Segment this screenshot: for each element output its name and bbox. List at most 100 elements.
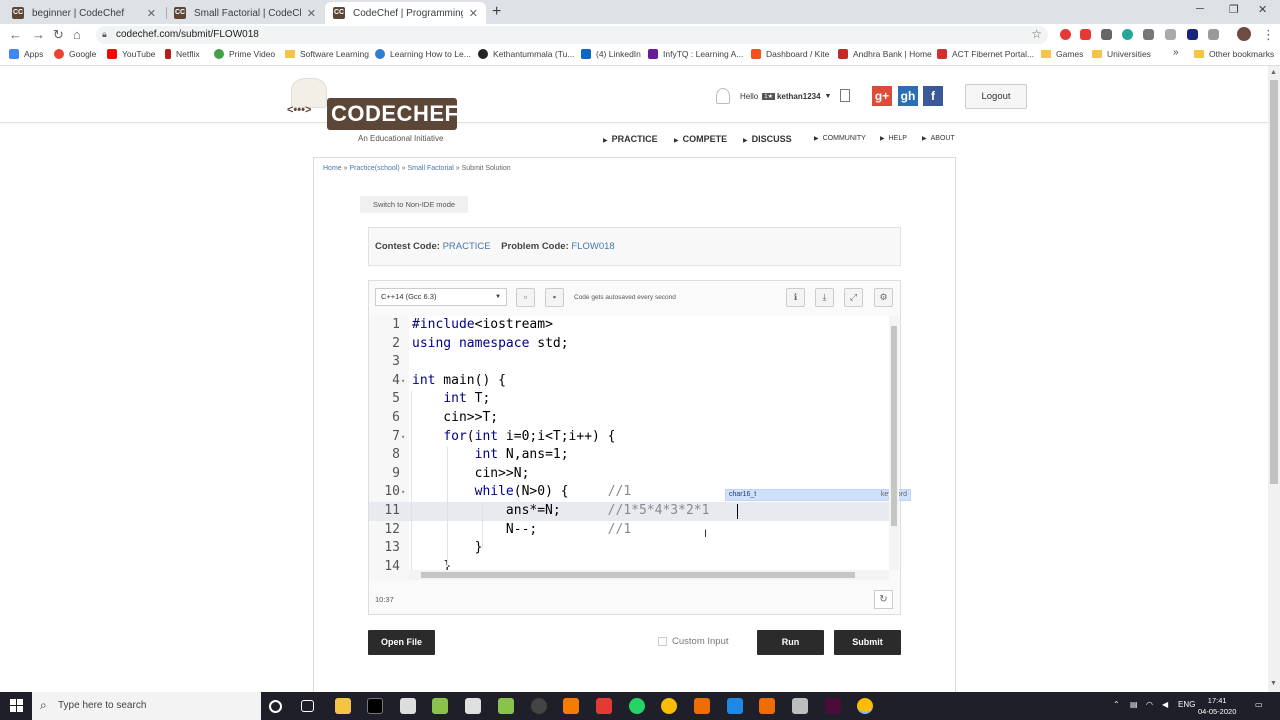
language-indicator[interactable]: ENG xyxy=(1178,700,1195,709)
home-icon[interactable]: ⌂ xyxy=(73,27,81,42)
scroll-down-arrow-icon[interactable]: ▼ xyxy=(1270,680,1277,687)
sublime-icon[interactable] xyxy=(563,698,579,714)
contest-code-value[interactable]: PRACTICE xyxy=(443,241,491,252)
back-arrow-icon[interactable]: ← xyxy=(9,27,22,42)
trash-icon[interactable]: ▪ xyxy=(545,288,564,307)
anydesk-icon[interactable] xyxy=(596,698,612,714)
task-view-icon[interactable] xyxy=(301,700,314,712)
pen-extension-icon[interactable] xyxy=(1143,29,1154,40)
bookmark-star-icon[interactable]: ☆ xyxy=(1031,27,1042,41)
facebook-icon[interactable]: f xyxy=(923,86,943,106)
vscode-icon[interactable] xyxy=(727,698,743,714)
code-line[interactable]: 6 cin>>T; xyxy=(369,409,890,428)
bookmark-infytq[interactable]: InfyTQ : Learning A... xyxy=(648,49,743,59)
codechef-logo[interactable]: <•••> CODECHEF An Educational Initiative xyxy=(287,78,462,146)
code-line[interactable]: 1 #include<iostream> xyxy=(369,316,890,335)
terminal-icon[interactable] xyxy=(367,698,383,714)
nav-compete[interactable]: ▶ COMPETE xyxy=(674,134,727,144)
language-select[interactable]: C++14 (Gcc 6.3) ▼ xyxy=(375,288,507,306)
github-icon[interactable]: gh xyxy=(898,86,918,106)
editor-vertical-scrollbar[interactable] xyxy=(889,316,899,570)
save-icon[interactable]: ▫ xyxy=(516,288,535,307)
gear-icon[interactable]: ⚙ xyxy=(874,288,893,307)
browser-tab-active[interactable]: CC CodeChef | Programming Compe ✕ xyxy=(325,2,486,24)
menu-kebab-icon[interactable]: ⋮ xyxy=(1262,27,1275,43)
browser-tab-small-factorial[interactable]: CC Small Factorial | CodeChef ✕ xyxy=(166,2,324,24)
code-line[interactable]: 5 int T; xyxy=(369,390,890,409)
bookmark-linkedin[interactable]: (4) LinkedIn xyxy=(581,49,641,59)
reload-icon[interactable]: ↻ xyxy=(53,27,64,43)
url-input[interactable]: 🔒︎ codechef.com/submit/FLOW018 ☆ xyxy=(96,26,1048,44)
download-icon[interactable]: ⤓ xyxy=(815,288,834,307)
page-scrollbar-thumb[interactable] xyxy=(1270,80,1278,484)
youtube-extension-icon[interactable] xyxy=(1080,29,1091,40)
nav-practice[interactable]: ▶ PRACTICE xyxy=(603,134,658,144)
bookmark-other[interactable]: Other bookmarks xyxy=(1194,49,1274,59)
bookmark-netflix[interactable]: Netflix xyxy=(165,49,200,59)
logout-button[interactable]: Logout xyxy=(965,84,1027,109)
profile-avatar[interactable] xyxy=(1237,27,1251,41)
notepad-icon[interactable] xyxy=(432,698,448,714)
google-plus-icon[interactable]: g+ xyxy=(872,86,892,106)
breadcrumb-practice[interactable]: Practice(school) xyxy=(350,165,400,172)
code-line[interactable]: 3 xyxy=(369,353,890,372)
network-icon[interactable]: ▤ xyxy=(1130,700,1138,709)
editor-horizontal-scrollbar[interactable] xyxy=(409,570,889,580)
autocomplete-popup[interactable]: char16_t keyword xyxy=(725,489,911,501)
notifications-icon[interactable]: ▭ xyxy=(1255,700,1263,709)
close-tab-icon[interactable]: ✕ xyxy=(469,7,478,20)
calculator-icon[interactable] xyxy=(465,698,481,714)
fold-arrow-icon[interactable]: ▾ xyxy=(401,483,405,502)
app-icon[interactable] xyxy=(759,698,775,714)
extension-icon[interactable] xyxy=(1165,29,1176,40)
breadcrumb-home[interactable]: Home xyxy=(323,165,342,172)
bookmark-prime-video[interactable]: Prime Video xyxy=(214,49,275,59)
submit-button[interactable]: Submit xyxy=(834,630,901,655)
refresh-icon[interactable]: ↻ xyxy=(874,590,893,609)
bookmark-learning-how[interactable]: Learning How to Le... xyxy=(375,49,471,59)
user-menu[interactable]: Hello 1★ kethan1234 ▼ xyxy=(716,88,831,104)
bookmark-kite[interactable]: Dashboard / Kite xyxy=(751,49,829,59)
bookmark-act-fibernet[interactable]: ACT Fibernet Portal... xyxy=(937,49,1034,59)
puzzle-extension-icon[interactable] xyxy=(1208,29,1219,40)
fold-arrow-icon[interactable]: ▾ xyxy=(401,428,405,447)
forward-arrow-icon[interactable]: → xyxy=(32,27,45,42)
fullscreen-icon[interactable]: ⤢ xyxy=(844,288,863,307)
volume-icon[interactable]: ◀ xyxy=(1162,700,1168,709)
editor-vscroll-thumb[interactable] xyxy=(891,326,897,526)
browser-tab-beginner[interactable]: CC beginner | CodeChef ✕ xyxy=(4,2,164,24)
nav-discuss[interactable]: ▶ DISCUSS xyxy=(743,134,792,144)
custom-input-toggle[interactable]: Custom Input xyxy=(658,636,729,647)
open-file-button[interactable]: Open File xyxy=(368,630,435,655)
autocomplete-suggestion[interactable]: char16_t xyxy=(729,490,756,500)
whatsapp-icon[interactable] xyxy=(629,698,645,714)
code-line[interactable]: 4 ▾ int main() { xyxy=(369,372,890,391)
windows-start-icon[interactable] xyxy=(10,699,24,713)
git-icon[interactable] xyxy=(792,698,808,714)
tray-chevron-up-icon[interactable]: ⌃ xyxy=(1113,700,1120,709)
code-line[interactable]: 7 ▾ for(int i=0;i<T;i++) { xyxy=(369,428,890,447)
chrome-icon[interactable] xyxy=(661,698,677,714)
fold-arrow-icon[interactable]: ▾ xyxy=(401,372,405,391)
minimize-icon[interactable]: ─ xyxy=(1196,3,1204,15)
problem-code-value[interactable]: FLOW018 xyxy=(571,241,614,252)
taskbar-clock[interactable]: 17:41 04-05-2020 xyxy=(1198,695,1236,717)
notes-icon[interactable] xyxy=(840,89,850,102)
run-button[interactable]: Run xyxy=(757,630,824,655)
bookmark-google[interactable]: Google xyxy=(54,49,96,59)
bookmark-andhra-bank[interactable]: Andhra Bank | Home xyxy=(838,49,932,59)
chrome-active-icon[interactable] xyxy=(857,698,873,714)
taskbar-search-input[interactable]: ⌕ Type here to search xyxy=(32,692,261,720)
nav-about[interactable]: ▶ ABOUT xyxy=(922,135,955,142)
steam-icon[interactable] xyxy=(531,698,547,714)
cortana-icon[interactable] xyxy=(269,700,282,713)
nav-community[interactable]: ▶ COMMUNITY xyxy=(814,135,866,142)
bookmark-games[interactable]: Games xyxy=(1041,49,1083,59)
switch-ide-mode-button[interactable]: Switch to Non-IDE mode xyxy=(360,196,468,213)
app-icon[interactable] xyxy=(498,698,514,714)
bookmark-github[interactable]: Kethantummala (Tu... xyxy=(478,49,574,59)
cloud-extension-icon[interactable] xyxy=(1101,29,1112,40)
nav-help[interactable]: ▶ HELP xyxy=(880,135,907,142)
editor-hscroll-thumb[interactable] xyxy=(421,572,855,578)
more-bookmarks-chevron[interactable]: » xyxy=(1173,47,1179,58)
